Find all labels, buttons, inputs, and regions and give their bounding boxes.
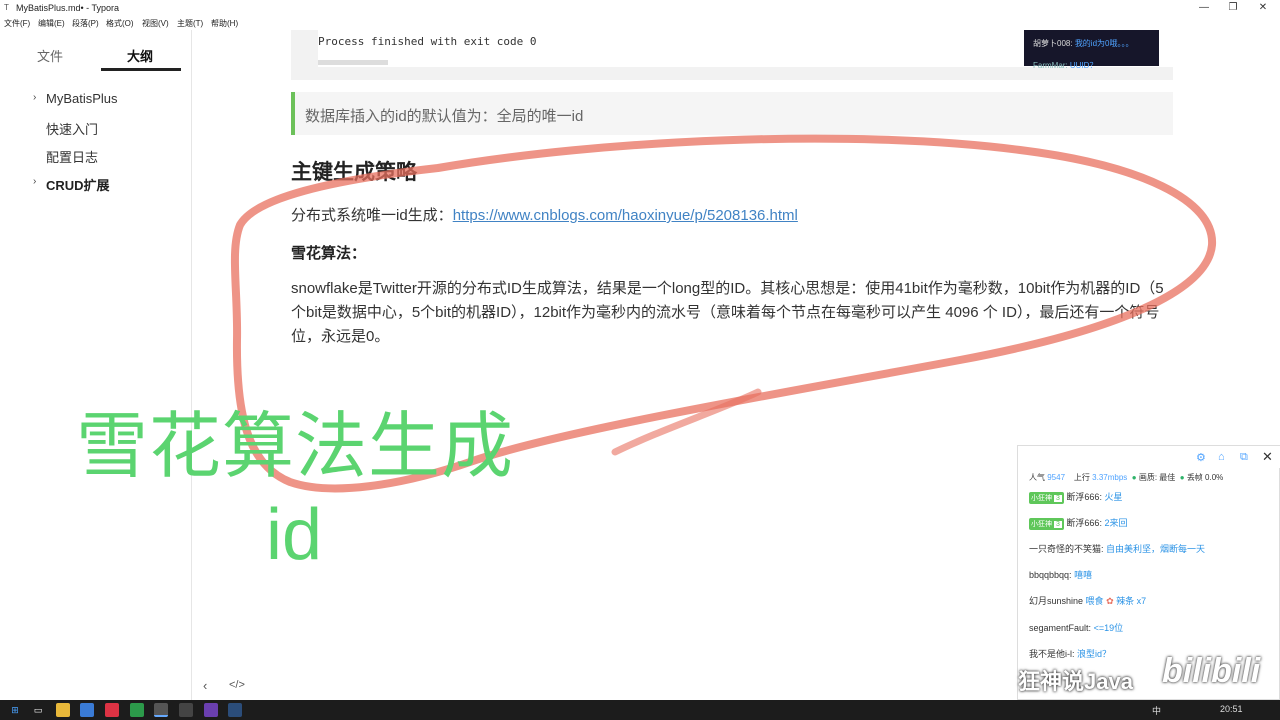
overlay-caption-line1: 雪花算法生成 xyxy=(76,407,515,487)
clock[interactable]: 20:51 xyxy=(1220,704,1243,714)
chat-message: 幻月sunshine 喂食 ✿ 辣条 x7 xyxy=(1029,594,1146,607)
channel-watermark: 狂神说Java xyxy=(1018,669,1133,694)
chat-message: 一只奇怪的不笑猫: 自由美利坚，烟断每一天 xyxy=(1029,542,1205,555)
outline-item-mybatisplus[interactable]: MyBatisPlus xyxy=(46,91,118,106)
browser-icon[interactable] xyxy=(130,703,144,717)
app-icon[interactable] xyxy=(105,703,119,717)
chat-text: 火星 xyxy=(1104,492,1123,502)
close-icon[interactable]: ✕ xyxy=(1262,449,1273,465)
chat-user: 幻月sunshine xyxy=(1029,596,1084,606)
chat-user: 胡萝卜008: xyxy=(1033,39,1073,48)
status-dot-icon: ● xyxy=(1131,473,1137,482)
menu-paragraph[interactable]: 段落(P) xyxy=(72,18,99,29)
gift-icon: ✿ xyxy=(1106,596,1114,606)
active-tab-indicator xyxy=(101,68,181,71)
settings-icon[interactable]: ⚙ xyxy=(1196,451,1206,464)
fan-medal: 小狂神 3 xyxy=(1029,492,1064,504)
menu-theme[interactable]: 主题(T) xyxy=(177,18,203,29)
chat-message: 我的id为0哦。。。 xyxy=(1074,39,1134,48)
menu-format[interactable]: 格式(O) xyxy=(106,18,134,29)
tab-files[interactable]: 文件 xyxy=(37,46,63,65)
chat-user: FarmMar: xyxy=(1033,61,1068,70)
code-scrollbar[interactable] xyxy=(318,60,388,65)
ime-indicator[interactable]: 中 xyxy=(1152,704,1161,717)
start-windows-icon[interactable]: ⊞ xyxy=(8,703,22,717)
chat-message: bbqqbbqq: 嘻嘻 xyxy=(1029,568,1092,581)
intellij-icon[interactable] xyxy=(204,703,218,717)
chat-message: 小狂神 3 断浮666: 火星 xyxy=(1029,490,1122,504)
stat-label: 人气 xyxy=(1029,473,1045,482)
chat-user: 断浮666: xyxy=(1066,492,1102,502)
chat-message: 小狂神 3 断浮666: 2来回 xyxy=(1029,516,1127,530)
chat-message: UUID？ xyxy=(1069,61,1098,70)
stream-chat-overlay: 胡萝卜008: 我的id为0哦。。。 FarmMar: UUID？ xyxy=(1024,30,1159,70)
expand-arrow-icon[interactable]: › xyxy=(33,92,36,103)
blockquote[interactable]: 数据库插入的id的默认值为：全局的唯一id xyxy=(291,92,1173,135)
source-code-mode-icon[interactable]: </> xyxy=(229,679,245,691)
typora-app-icon: T xyxy=(4,3,9,12)
paragraph-snowflake-desc[interactable]: snowflake是Twitter开源的分布式ID生成算法，结果是一个long型… xyxy=(291,277,1171,349)
chat-text: 自由美利坚，烟断每一天 xyxy=(1106,544,1206,554)
expand-arrow-icon[interactable]: › xyxy=(33,176,36,187)
sidebar: 文件 大纲 › MyBatisPlus 快速入门 配置日志 › CRUD扩展 ‹… xyxy=(0,30,245,700)
window-title: MyBatisPlus.md• - Typora xyxy=(16,3,120,13)
popout-icon[interactable]: ⧉ xyxy=(1240,451,1248,464)
stat-value: 3.37mbps xyxy=(1092,473,1128,482)
tab-outline[interactable]: 大纲 xyxy=(127,46,153,65)
windows-taskbar: ⊞ ▭ 中 20:51 xyxy=(0,700,1280,720)
paragraph-prefix: 分布式系统唯一id生成： xyxy=(291,207,453,224)
app-icon[interactable] xyxy=(80,703,94,717)
menu-file[interactable]: 文件(F) xyxy=(4,18,30,29)
menu-bar: 文件(F) 编辑(E) 段落(P) 格式(O) 视图(V) 主题(T) 帮助(H… xyxy=(0,16,1280,30)
chat-text: 2来回 xyxy=(1104,518,1128,528)
menu-help[interactable]: 帮助(H) xyxy=(211,18,238,29)
stat-label: 上行 xyxy=(1073,473,1090,482)
app-icon[interactable] xyxy=(228,703,242,717)
chat-user: 我不是他i-l: xyxy=(1029,649,1075,659)
stat-value: 9547 xyxy=(1047,473,1066,482)
code-line: Process finished with exit code 0 xyxy=(318,35,537,48)
outline-item-crud[interactable]: CRUD扩展 xyxy=(46,175,110,194)
stat-label: 画质: 最佳 xyxy=(1138,473,1176,482)
maximize-button[interactable]: ❐ xyxy=(1224,1,1242,15)
chat-text: 喂食 xyxy=(1085,596,1104,606)
minimize-button[interactable]: — xyxy=(1195,1,1213,15)
task-view-icon[interactable]: ▭ xyxy=(31,703,45,717)
cnblogs-link[interactable]: https://www.cnblogs.com/haoxinyue/p/5208… xyxy=(453,207,798,224)
close-button[interactable]: ✕ xyxy=(1254,1,1272,15)
menu-edit[interactable]: 编辑(E) xyxy=(38,18,65,29)
bilibili-logo: bilibili xyxy=(1162,652,1261,690)
chat-gift: 辣条 x7 xyxy=(1116,596,1147,606)
chat-text: 嘻嘻 xyxy=(1074,570,1093,580)
menu-view[interactable]: 视图(V) xyxy=(142,18,169,29)
live-panel-toolbar: ⚙ ⌂ ⧉ ✕ xyxy=(1018,446,1280,468)
chat-user: 断浮666: xyxy=(1066,518,1102,528)
chat-line: 胡萝卜008: 我的id为0哦。。。 xyxy=(1033,38,1134,49)
file-explorer-icon[interactable] xyxy=(56,703,70,717)
title-bar: T MyBatisPlus.md• - Typora — ❐ ✕ xyxy=(0,0,1280,16)
chat-user: segamentFault: xyxy=(1029,623,1092,633)
overlay-caption-line2: id xyxy=(266,495,323,575)
status-dot-icon: ● xyxy=(1179,473,1185,482)
typora-taskbar-icon[interactable] xyxy=(154,703,168,717)
stream-stats: 人气 9547 上行 3.37mbps ● 画质: 最佳 ● 丢帧 0.0% xyxy=(1029,472,1223,483)
heading-primary-key-strategy[interactable]: 主键生成策略 xyxy=(291,156,417,186)
outline-item-quickstart[interactable]: 快速入门 xyxy=(46,119,98,138)
fan-medal: 小狂神 3 xyxy=(1029,518,1064,530)
chat-text: <=19位 xyxy=(1093,623,1124,633)
chat-message: 我不是他i-l: 浪型id？ xyxy=(1029,647,1111,660)
chat-text: 浪型id？ xyxy=(1077,649,1112,659)
chat-line: FarmMar: UUID？ xyxy=(1033,60,1097,71)
outline-item-config-log[interactable]: 配置日志 xyxy=(46,147,98,166)
blockquote-text: 数据库插入的id的默认值为：全局的唯一id xyxy=(305,108,584,125)
app-icon[interactable] xyxy=(179,703,193,717)
back-arrow-icon[interactable]: ‹ xyxy=(203,678,207,693)
chat-message: segamentFault: <=19位 xyxy=(1029,621,1123,634)
stat-label: 丢帧 0.0% xyxy=(1186,473,1224,482)
chat-user: bbqqbbqq: xyxy=(1029,570,1072,580)
lock-icon[interactable]: ⌂ xyxy=(1218,451,1225,463)
chat-user: 一只奇怪的不笑猫: xyxy=(1029,544,1104,554)
paragraph-distributed-id[interactable]: 分布式系统唯一id生成：https://www.cnblogs.com/haox… xyxy=(291,204,798,225)
heading-snowflake[interactable]: 雪花算法： xyxy=(291,242,366,263)
